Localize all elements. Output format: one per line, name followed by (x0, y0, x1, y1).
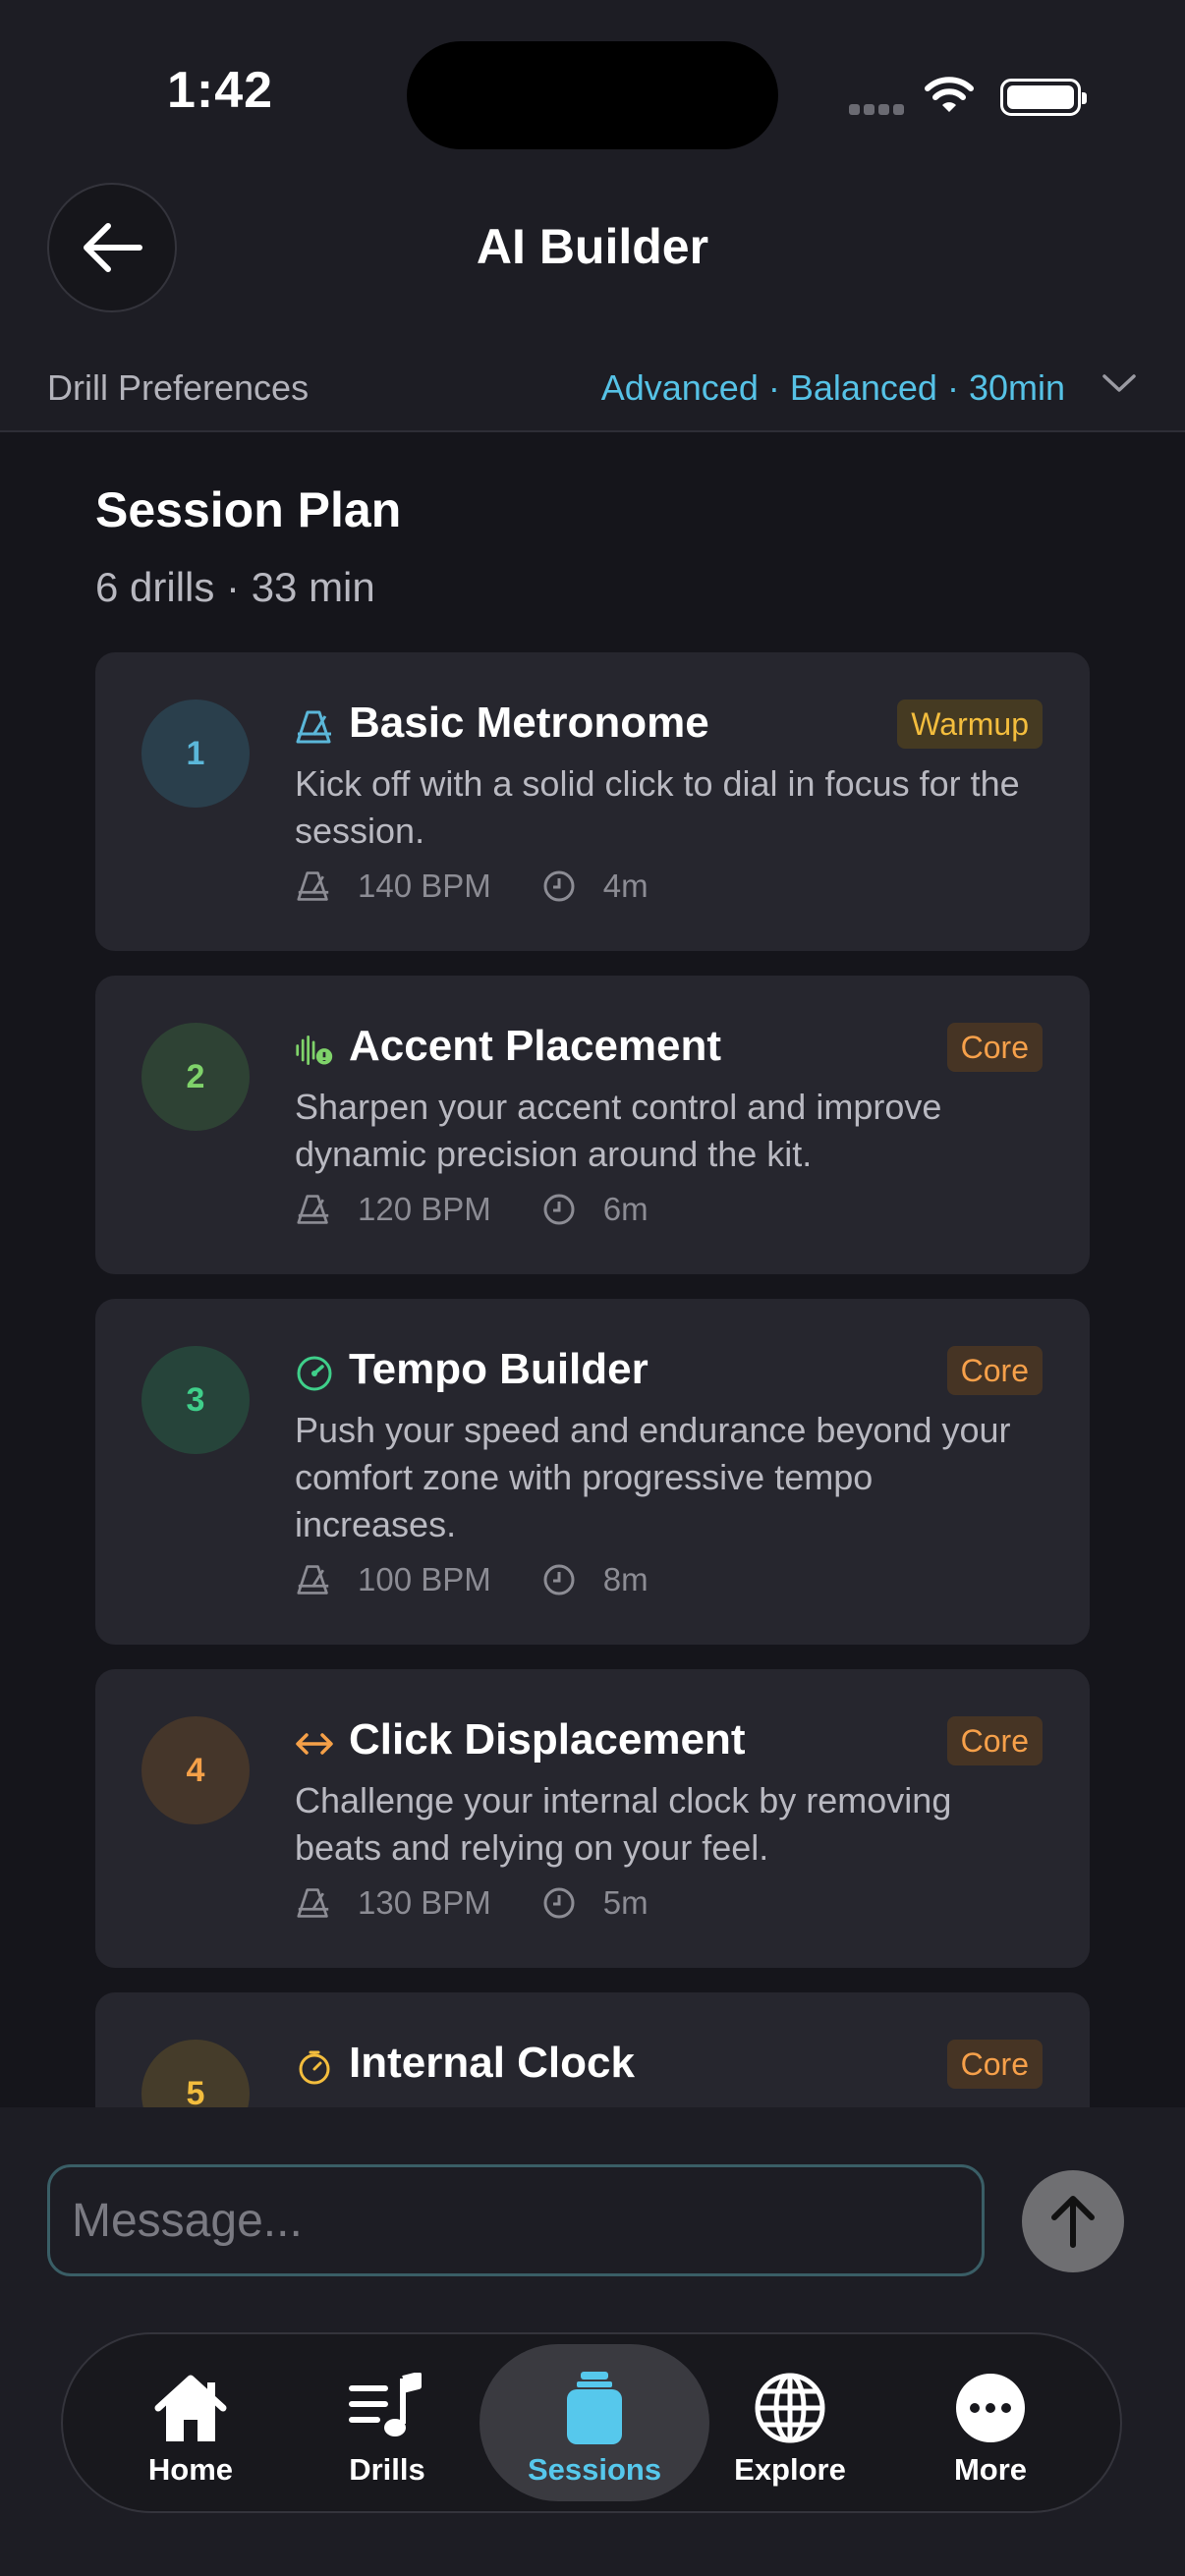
drill-meta: 120 BPM 6m (295, 1188, 649, 1231)
status-bar: 1:42 (0, 0, 1185, 187)
battery-icon (1000, 79, 1087, 116)
drill-title: Internal Clock (349, 2039, 635, 2087)
drill-preferences-label: Drill Preferences (47, 367, 310, 408)
drill-bpm: 100 BPM (358, 1561, 491, 1597)
drill-duration: 4m (602, 868, 649, 904)
drill-title: Basic Metronome (349, 699, 709, 747)
tab-label: More (953, 2452, 1028, 2487)
drill-description: Sharpen your accent control and improve … (295, 1087, 942, 1174)
drill-card[interactable]: 1 Basic Metronome Warmup Kick off with a… (95, 652, 1090, 951)
tab-sessions[interactable]: Sessions (480, 2344, 709, 2501)
drill-bpm: 140 BPM (358, 868, 491, 904)
clock-icon (540, 1884, 578, 1922)
page-title: AI Builder (476, 219, 709, 274)
drill-description: Push your speed and endurance beyond you… (295, 1410, 1011, 1544)
drill-card[interactable]: 3 Tempo Builder Core Push your speed and… (95, 1299, 1090, 1645)
music-list-icon (343, 2366, 431, 2450)
clock-icon (540, 1561, 578, 1598)
clock-icon (540, 1191, 578, 1228)
drill-bpm: 120 BPM (358, 1191, 491, 1227)
drill-number: 4 (141, 1716, 250, 1824)
metronome-icon (295, 1191, 332, 1228)
metronome-icon (295, 868, 332, 905)
arrow-up-icon (1051, 2196, 1095, 2248)
metronome-icon (295, 1884, 332, 1922)
jar-icon (550, 2366, 639, 2450)
drill-badge: Core (946, 2040, 1043, 2089)
globe-icon (746, 2366, 834, 2450)
section-title: Session Plan (95, 482, 402, 537)
tab-drills[interactable]: Drills (291, 2344, 483, 2501)
tab-label: Home (147, 2452, 234, 2487)
drill-meta: 100 BPM 8m (295, 1558, 649, 1601)
drill-description: Challenge your internal clock by removin… (295, 1780, 952, 1868)
drill-meta: 130 BPM 5m (295, 1881, 649, 1925)
drill-preferences-row[interactable]: Drill Preferences Advanced · Balanced · … (0, 344, 1185, 432)
tab-label: Drills (349, 2452, 425, 2487)
tab-label: Sessions (527, 2452, 662, 2487)
drill-badge: Core (946, 1023, 1043, 1072)
wifi-icon (924, 75, 975, 119)
drill-meta: 140 BPM 4m (295, 865, 649, 908)
drill-bpm: 130 BPM (358, 1884, 491, 1921)
drill-number: 2 (141, 1023, 250, 1131)
drill-number: 3 (141, 1346, 250, 1454)
arrows-horizontal-icon (295, 1724, 334, 1764)
section-summary: 6 drills · 33 min (95, 564, 375, 610)
drill-description: Kick off with a solid click to dial in f… (295, 763, 1020, 851)
speedometer-icon (295, 1354, 334, 1393)
dynamic-island (407, 41, 778, 149)
drill-preferences-value[interactable]: Advanced · Balanced · 30min (601, 367, 1065, 409)
tab-home[interactable]: Home (94, 2344, 287, 2501)
drill-card[interactable]: 5 Internal Clock Core (95, 1992, 1090, 2107)
tab-label: Explore (734, 2452, 846, 2487)
drill-card[interactable]: 2 Accent Placement Core Sharpen your acc… (95, 976, 1090, 1274)
waveform-alert-icon (295, 1031, 334, 1070)
tab-explore[interactable]: Explore (694, 2344, 886, 2501)
status-time: 1:42 (167, 62, 274, 119)
clock-icon (540, 868, 578, 905)
drill-badge: Core (946, 1716, 1043, 1765)
drill-badge: Core (946, 1346, 1043, 1395)
drill-number: 5 (141, 2040, 250, 2107)
drill-title: Accent Placement (349, 1022, 722, 1070)
send-button[interactable] (1022, 2170, 1124, 2272)
drill-card[interactable]: 4 Click Displacement Core Challenge your… (95, 1669, 1090, 1968)
drill-duration: 5m (602, 1884, 649, 1921)
session-plan-content[interactable]: Session Plan 6 drills · 33 min 1 Basic M… (0, 432, 1185, 2107)
drill-title: Click Displacement (349, 1715, 746, 1764)
drill-duration: 8m (602, 1561, 649, 1597)
ellipsis-circle-icon (946, 2366, 1035, 2450)
tab-more[interactable]: More (894, 2344, 1087, 2501)
drill-title: Tempo Builder (349, 1345, 649, 1393)
house-icon (146, 2366, 235, 2450)
drill-duration: 6m (602, 1191, 649, 1227)
cellular-signal-icon (849, 102, 908, 120)
chevron-down-icon[interactable] (1102, 373, 1136, 398)
drill-number: 1 (141, 700, 250, 808)
metronome-icon (295, 707, 334, 747)
timer-icon (295, 2047, 334, 2087)
message-input[interactable] (47, 2164, 985, 2276)
tab-bar: Home Drills Sessions Explore More (61, 2332, 1122, 2513)
metronome-icon (295, 1561, 332, 1598)
drill-badge: Warmup (897, 700, 1043, 749)
